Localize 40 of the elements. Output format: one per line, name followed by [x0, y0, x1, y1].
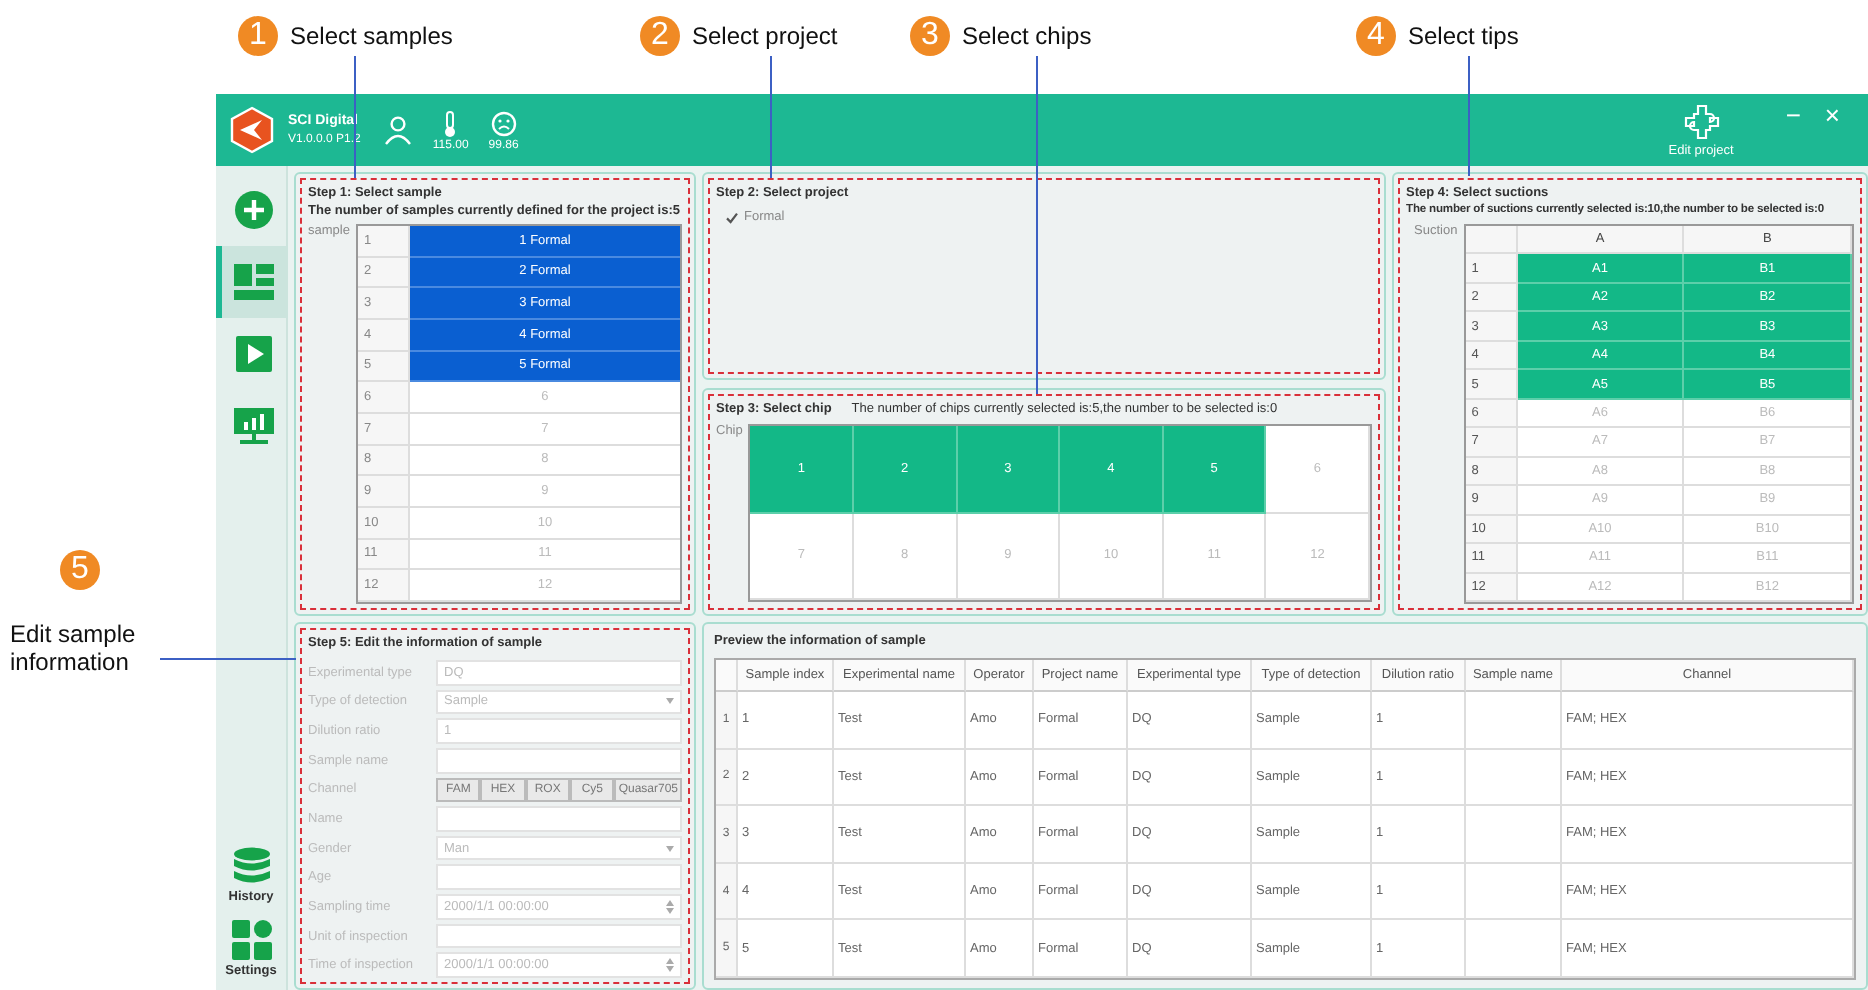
- callout-label: Select chips: [962, 22, 1092, 50]
- minimize-button[interactable]: −: [1773, 100, 1813, 130]
- callout-label: Select samples: [290, 22, 453, 50]
- close-button[interactable]: ×: [1812, 100, 1852, 130]
- callout-number: 3: [910, 16, 950, 56]
- callout-label: Select tips: [1408, 22, 1519, 50]
- spinner-icon: [666, 958, 674, 973]
- empty-cell: [1466, 920, 1562, 978]
- empty-cell: [1466, 863, 1562, 921]
- chart-monitor-icon: [234, 408, 274, 444]
- sidebar-item[interactable]: [215, 246, 287, 318]
- play-icon: [236, 336, 272, 372]
- leader-line: [160, 658, 296, 660]
- empty-cell: [1466, 749, 1562, 807]
- callout-label: Edit sample information: [10, 620, 138, 676]
- callout-label: Select project: [692, 22, 838, 50]
- dropdown-arrow-icon: [666, 698, 674, 705]
- input-field[interactable]: [436, 747, 682, 774]
- tiles-icon: [231, 920, 271, 960]
- thermometer-icon: [442, 109, 459, 137]
- user-icon[interactable]: [384, 114, 413, 146]
- add-icon: [234, 190, 274, 230]
- spinner-icon: [666, 899, 674, 914]
- input-field[interactable]: [436, 864, 682, 891]
- leader-line: [1468, 56, 1470, 176]
- callout-number: 1: [238, 16, 278, 56]
- callout-number: 2: [640, 16, 680, 56]
- puzzle-icon: [1683, 103, 1720, 139]
- logo-icon: [228, 106, 276, 154]
- database-icon: [231, 846, 271, 886]
- dropdown-arrow-icon: [666, 845, 674, 852]
- empty-cell: [1466, 692, 1562, 750]
- leader-line: [770, 56, 772, 178]
- callout-number: 5: [60, 550, 100, 590]
- input-field[interactable]: [436, 806, 682, 832]
- empty-cell: [1466, 806, 1562, 864]
- callout-number: 4: [1356, 16, 1396, 56]
- leader-line: [354, 56, 356, 178]
- input-field[interactable]: [436, 923, 682, 949]
- dashboard-icon: [234, 264, 274, 300]
